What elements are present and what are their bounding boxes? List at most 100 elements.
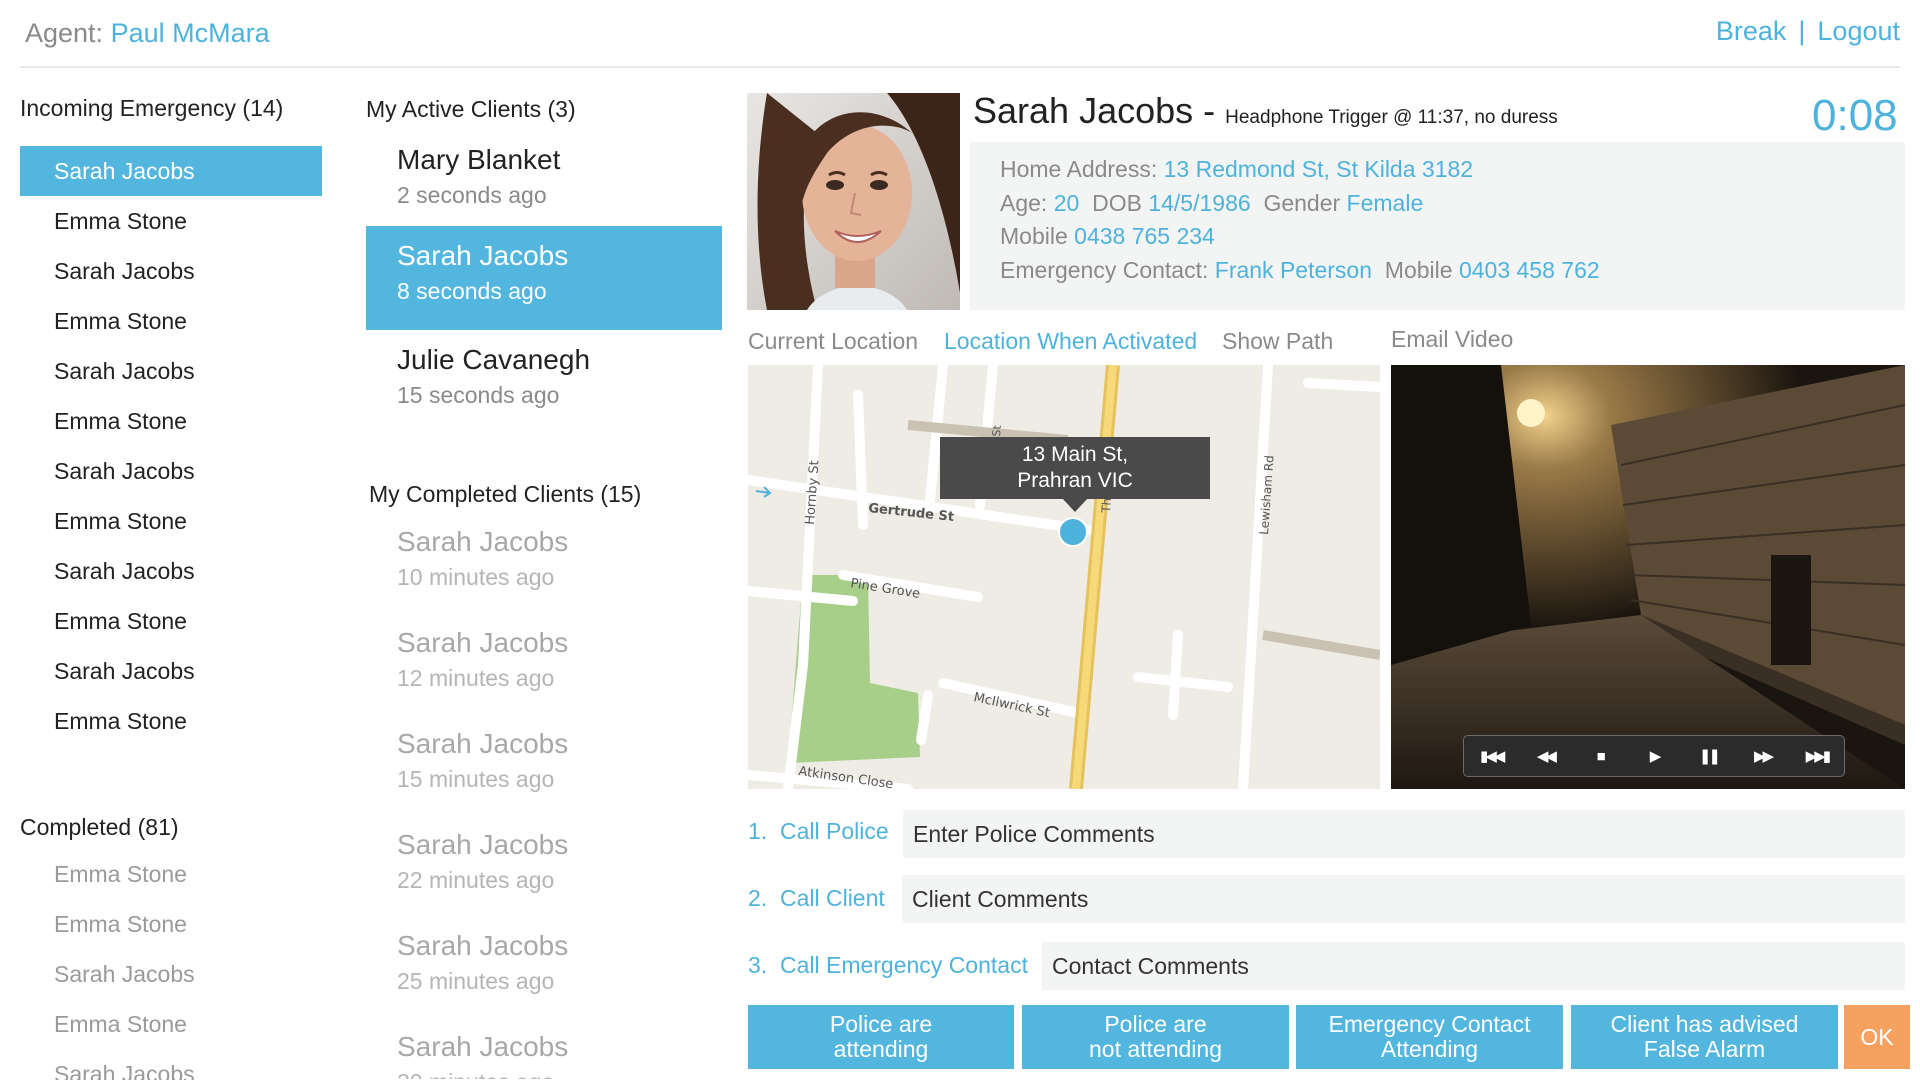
patient-title: Sarah Jacobs - Headphone Trigger @ 11:37… [973,90,1558,132]
mobile-value[interactable]: 0438 765 234 [1074,223,1215,249]
stop-icon[interactable]: ■ [1582,748,1618,765]
call-emergency-contact-button[interactable]: 3. Call Emergency Contact [748,952,1028,979]
incoming-emergency-list: Sarah Jacobs Emma Stone Sarah Jacobs Emm… [20,146,322,746]
gender-label: Gender [1263,189,1341,216]
completed-item[interactable]: Emma Stone [20,849,322,899]
tab-current-location[interactable]: Current Location [748,328,918,355]
police-not-attending-button[interactable]: Police are not attending [1022,1005,1289,1069]
client-name: Sarah Jacobs [397,930,569,961]
police-comments-input[interactable]: Enter Police Comments [903,810,1905,858]
home-address-row: Home Address: 13 Redmond St, St Kilda 31… [1000,156,1905,190]
logout-link[interactable]: Logout [1817,16,1900,46]
street-label: Th [1099,497,1114,514]
incoming-item[interactable]: Emma Stone [20,496,322,546]
client-time: 2 seconds ago [397,182,547,208]
tab-location-when-activated[interactable]: Location When Activated [944,328,1197,355]
completed-client-item[interactable]: Sarah Jacobs 10 minutes ago [366,516,722,617]
location-map[interactable]: Gertrude St Pine Grove McIlwrick St Atki… [748,365,1380,789]
trigger-info: Headphone Trigger @ 11:37, no duress [1225,107,1558,128]
police-attending-button[interactable]: Police are attending [748,1005,1014,1069]
fast-forward-icon[interactable]: ▶▶ [1745,747,1781,765]
completed-client-item[interactable]: Sarah Jacobs 12 minutes ago [366,617,722,718]
completed-client-item[interactable]: Sarah Jacobs 15 minutes ago [366,718,722,819]
active-client-item[interactable]: Sarah Jacobs 8 seconds ago [366,226,722,330]
incoming-item[interactable]: Sarah Jacobs [20,146,322,196]
email-video-link[interactable]: Email Video [1391,326,1513,353]
call-police-label: Call Police [779,818,889,844]
call-timer: 0:08 [1812,91,1898,140]
client-time: 12 minutes ago [397,665,555,691]
map-tooltip-arrow [1062,498,1088,512]
client-time: 30 minutes ago [397,1069,722,1079]
tab-show-path[interactable]: Show Path [1222,328,1333,355]
agent-label: Agent: [25,18,104,48]
video-player[interactable] [1391,365,1905,789]
contact-attending-button[interactable]: Emergency Contact Attending [1296,1005,1563,1069]
completed-client-item[interactable]: Sarah Jacobs 22 minutes ago [366,819,722,920]
ok-button[interactable]: OK [1844,1005,1910,1069]
call-client-label: Call Client [779,885,885,911]
incoming-item[interactable]: Emma Stone [20,196,322,246]
emergency-contact-label: Emergency Contact: [1000,256,1209,283]
ec-mobile-value[interactable]: 0403 458 762 [1459,257,1600,283]
completed-title: Completed (81) [20,814,179,840]
incoming-item[interactable]: Sarah Jacobs [20,646,322,696]
client-photo [747,93,960,310]
active-client-item[interactable]: Mary Blanket 2 seconds ago [366,134,722,226]
ec-mobile-label: Mobile [1384,256,1453,283]
incoming-item[interactable]: Sarah Jacobs [20,346,322,396]
rewind-icon[interactable]: ◀◀ [1527,747,1563,765]
top-bar: Agent: Paul McMara Break | Logout [20,0,1900,68]
incoming-item[interactable]: Sarah Jacobs [20,546,322,596]
dob-label: DOB [1092,189,1142,216]
completed-item[interactable]: Emma Stone [20,899,322,949]
home-address-label: Home Address: [1000,156,1158,182]
incoming-item[interactable]: Sarah Jacobs [20,246,322,296]
completed-item[interactable]: Sarah Jacobs [20,1049,322,1080]
age-value: 20 [1053,189,1080,216]
mobile-label: Mobile [1000,223,1068,249]
contact-comments-input[interactable]: Contact Comments [1042,942,1905,990]
header-separator: | [1798,16,1806,46]
incoming-item[interactable]: Emma Stone [20,296,322,346]
location-pin [1058,517,1088,547]
client-name: Sarah Jacobs [397,240,569,271]
break-link[interactable]: Break [1716,16,1787,46]
incoming-item[interactable]: Emma Stone [20,696,322,746]
incoming-item[interactable]: Emma Stone [20,596,322,646]
active-client-item[interactable]: Julie Cavanegh 15 seconds ago [366,330,722,434]
pause-icon[interactable]: ❚❚ [1690,747,1726,765]
active-clients-title: My Active Clients (3) [366,96,576,122]
client-comments-input[interactable]: Client Comments [902,875,1905,923]
step-number: 3. [748,952,768,978]
client-time: 15 seconds ago [397,382,560,408]
play-icon[interactable]: ▶ [1636,747,1672,765]
incoming-item[interactable]: Emma Stone [20,396,322,446]
false-alarm-button[interactable]: Client has advised False Alarm [1571,1005,1838,1069]
completed-client-item[interactable]: Sarah Jacobs 30 minutes ago [366,1021,722,1079]
map-canvas: Gertrude St Pine Grove McIlwrick St Atki… [748,365,1380,789]
completed-item[interactable]: Sarah Jacobs [20,949,322,999]
client-name: Julie Cavanegh [397,344,591,375]
patient-info-panel: Home Address: 13 Redmond St, St Kilda 31… [970,142,1905,310]
completed-client-item[interactable]: Sarah Jacobs 25 minutes ago [366,920,722,1021]
client-name: Sarah Jacobs [397,526,569,557]
client-time: 15 minutes ago [397,766,555,792]
completed-item[interactable]: Emma Stone [20,999,322,1049]
demographics-row: Age: 20 DOB 14/5/1986 Gender Female [1000,190,1905,224]
skip-forward-icon[interactable]: ▶▶▮ [1799,747,1835,765]
call-client-button[interactable]: 2. Call Client [748,885,885,912]
emergency-contact-row: Emergency Contact: Frank Peterson Mobile… [1000,257,1905,291]
patient-name: Sarah Jacobs [973,90,1194,131]
client-photo-image [747,93,960,310]
client-name: Sarah Jacobs [397,627,569,658]
emergency-contact-value[interactable]: Frank Peterson [1215,257,1372,283]
home-address-value[interactable]: 13 Redmond St, St Kilda 3182 [1164,156,1473,182]
tooltip-line: 13 Main St, [1021,443,1129,466]
video-controls: ▮◀◀ ◀◀ ■ ▶ ❚❚ ▶▶ ▶▶▮ [1463,735,1845,777]
skip-back-icon[interactable]: ▮◀◀ [1473,747,1509,765]
patient-title-dash: - [1193,90,1226,131]
incoming-item[interactable]: Sarah Jacobs [20,446,322,496]
client-time: 8 seconds ago [397,278,547,304]
call-police-button[interactable]: 1. Call Police [748,818,889,845]
